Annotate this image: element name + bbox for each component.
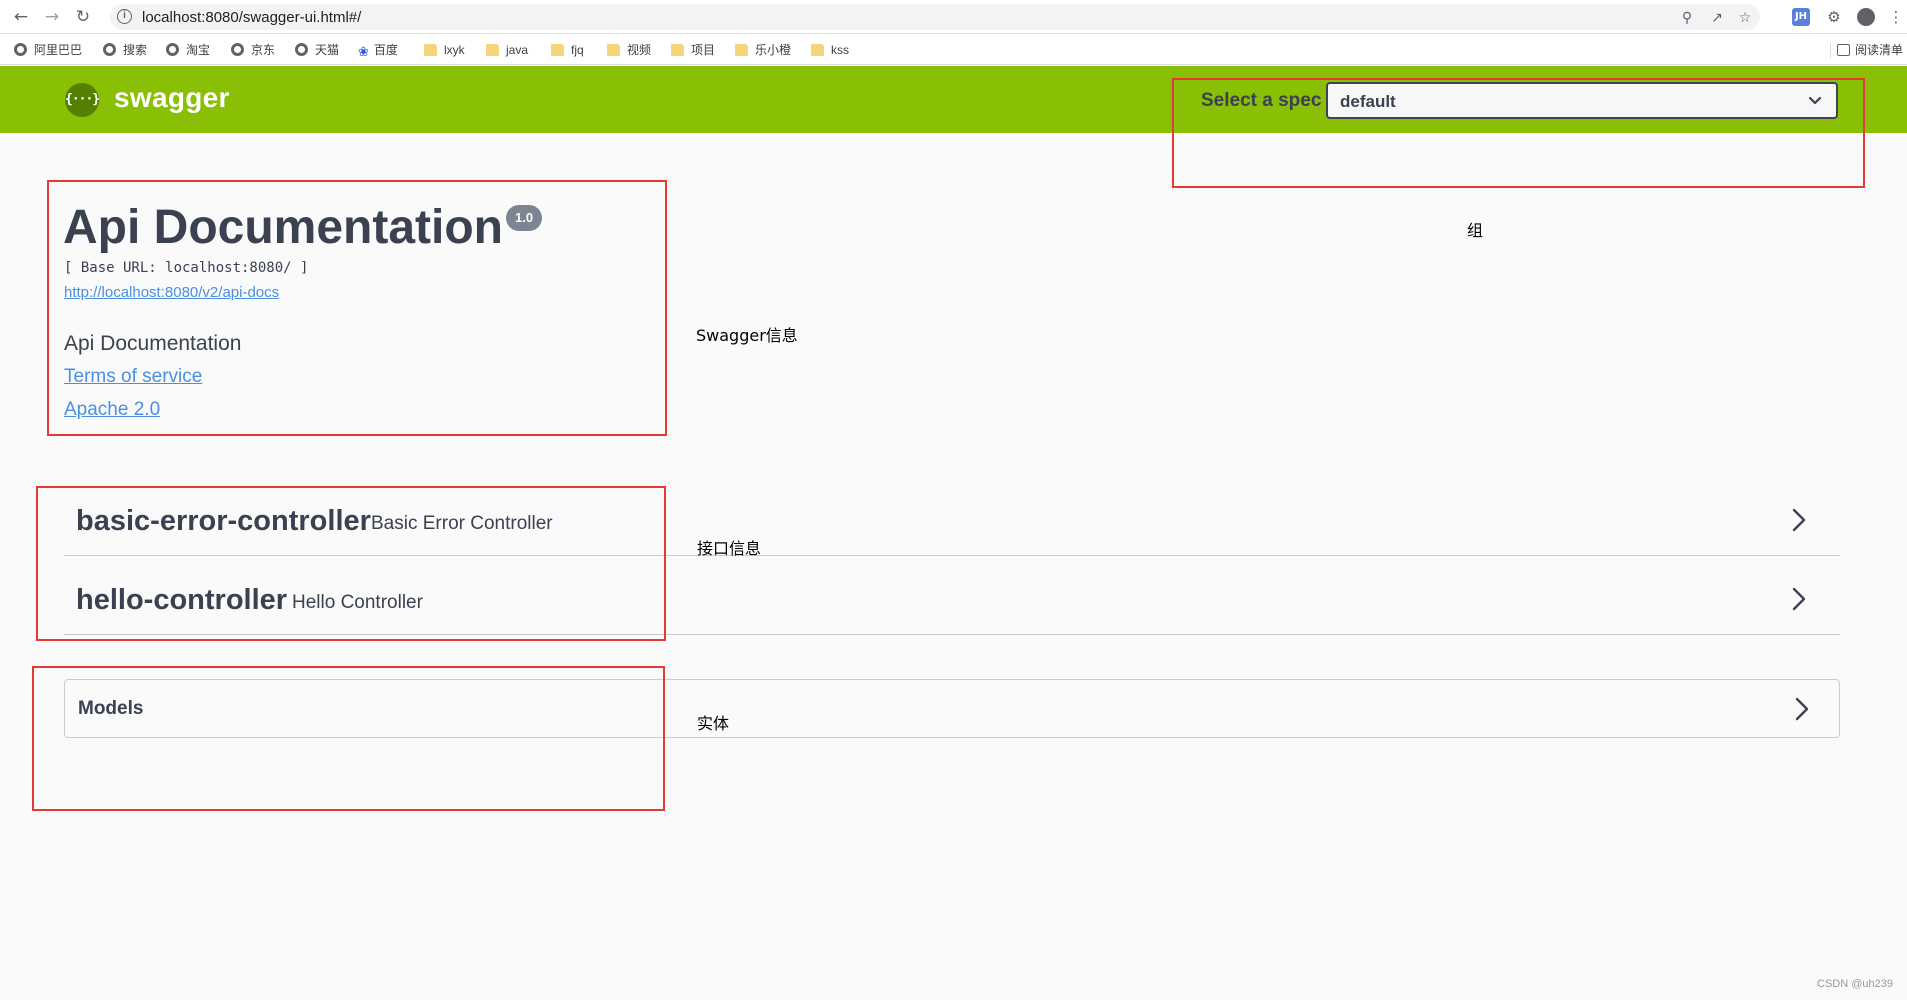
spec-select-dropdown[interactable]: default	[1326, 82, 1838, 119]
chevron-right-icon	[1795, 697, 1809, 721]
bookmark-item[interactable]: 搜索	[103, 41, 147, 59]
chevron-right-icon	[1792, 508, 1806, 532]
watermark-text: CSDN @uh239	[1817, 978, 1893, 990]
bookmark-item[interactable]: ❀ 百度	[358, 41, 398, 59]
bookmark-label: 视频	[627, 43, 652, 57]
bookmark-item[interactable]: 项目	[671, 41, 715, 59]
bookmark-label: 天猫	[315, 43, 340, 57]
folder-icon	[735, 44, 748, 56]
bookmark-label: 京东	[251, 43, 276, 57]
version-badge: 1.0	[506, 205, 543, 231]
swagger-topbar: {···} swagger Select a spec default	[0, 66, 1907, 133]
tag-name: hello-controller	[76, 584, 288, 616]
globe-icon	[166, 43, 179, 56]
annotation-label-swagger-info: Swagger信息	[696, 326, 798, 345]
bookmark-label: kss	[831, 43, 849, 57]
bookmark-label: 阿里巴巴	[34, 43, 83, 57]
terms-of-service-link[interactable]: Terms of service	[64, 366, 202, 388]
folder-icon	[486, 44, 499, 56]
folder-icon	[424, 44, 437, 56]
bookmark-item[interactable]: 阿里巴巴	[14, 41, 82, 59]
address-bar[interactable]: i localhost:8080/swagger-ui.html#/ ⚲ ↗ ☆	[110, 4, 1760, 30]
tag-hello-controller[interactable]: hello-controller Hello Controller	[64, 556, 1840, 635]
bookmarks-separator	[1830, 43, 1831, 59]
bookmarks-bar: 阿里巴巴 搜索 淘宝 京东 天猫 ❀ 百度 lxyk java fjq 视频 项目…	[0, 35, 1907, 65]
back-arrow-icon[interactable]: ←	[11, 7, 31, 27]
globe-icon	[295, 43, 308, 56]
globe-icon	[231, 43, 244, 56]
chevron-down-icon	[1808, 96, 1822, 105]
bookmark-label: 淘宝	[186, 43, 211, 57]
annotation-label-entity: 实体	[697, 714, 730, 733]
bookmark-label: java	[506, 43, 529, 57]
swagger-logo-icon[interactable]: {···}	[65, 83, 100, 117]
extension-jh-icon[interactable]: JH	[1792, 8, 1810, 26]
menu-kebab-icon[interactable]: ⋮	[1887, 8, 1905, 26]
address-url[interactable]: localhost:8080/swagger-ui.html#/	[142, 9, 361, 26]
bookmark-item[interactable]: 天猫	[295, 41, 339, 59]
star-icon[interactable]: ☆	[1736, 9, 1754, 27]
globe-icon	[14, 43, 27, 56]
bookmark-label: 百度	[373, 43, 398, 57]
chevron-right-icon	[1792, 587, 1806, 611]
bookmark-item[interactable]: 京东	[231, 41, 275, 59]
tag-description: Hello Controller	[292, 592, 423, 613]
bookmark-item[interactable]: 乐小橙	[735, 41, 791, 59]
bookmark-item[interactable]: java	[486, 41, 528, 59]
api-docs-link[interactable]: http://localhost:8080/v2/api-docs	[64, 284, 279, 301]
tag-basic-error-controller[interactable]: basic-error-controller Basic Error Contr…	[64, 477, 1840, 556]
reading-list-button[interactable]: 阅读清单	[1836, 41, 1903, 58]
bookmark-item[interactable]: 淘宝	[166, 41, 210, 59]
annotation-label-api-info: 接口信息	[697, 539, 762, 558]
extensions-puzzle-icon[interactable]: ⚙	[1825, 8, 1843, 26]
reload-icon[interactable]: ↻	[73, 7, 93, 27]
folder-icon	[607, 44, 620, 56]
zoom-icon[interactable]: ⚲	[1678, 9, 1696, 27]
models-title: Models	[78, 698, 144, 719]
api-title: Api Documentation	[63, 201, 503, 254]
browser-toolbar: ← → ↻ i localhost:8080/swagger-ui.html#/…	[0, 0, 1907, 34]
folder-icon	[811, 44, 824, 56]
globe-icon	[103, 43, 116, 56]
bookmark-item[interactable]: 视频	[607, 41, 651, 59]
license-link[interactable]: Apache 2.0	[64, 399, 160, 421]
bookmark-label: lxyk	[444, 43, 465, 57]
spec-select-label: Select a spec	[1201, 90, 1322, 111]
forward-arrow-icon[interactable]: →	[42, 7, 62, 27]
base-url: [ Base URL: localhost:8080/ ]	[64, 260, 309, 276]
bookmark-label: 乐小橙	[755, 43, 792, 57]
api-description: Api Documentation	[64, 332, 242, 355]
annotation-label-group: 组	[1467, 221, 1484, 240]
profile-avatar-icon[interactable]	[1857, 8, 1875, 26]
bookmark-item[interactable]: fjq	[551, 41, 584, 59]
share-icon[interactable]: ↗	[1708, 9, 1726, 27]
folder-icon	[671, 44, 684, 56]
bookmark-label: 项目	[691, 43, 716, 57]
swagger-logo-text[interactable]: swagger	[114, 82, 230, 114]
reading-list-icon	[1836, 44, 1850, 56]
tag-description: Basic Error Controller	[371, 513, 553, 534]
site-info-icon[interactable]: i	[117, 9, 132, 24]
paw-icon: ❀	[358, 44, 369, 59]
models-section[interactable]: Models	[64, 679, 1840, 738]
tag-name: basic-error-controller	[76, 505, 371, 537]
reading-list-label: 阅读清单	[1854, 43, 1903, 57]
bookmark-label: 搜索	[123, 43, 148, 57]
bookmark-item[interactable]: kss	[811, 41, 849, 59]
bookmark-item[interactable]: lxyk	[424, 41, 465, 59]
folder-icon	[551, 44, 564, 56]
spec-select-value: default	[1340, 92, 1396, 111]
bookmark-label: fjq	[571, 43, 584, 57]
